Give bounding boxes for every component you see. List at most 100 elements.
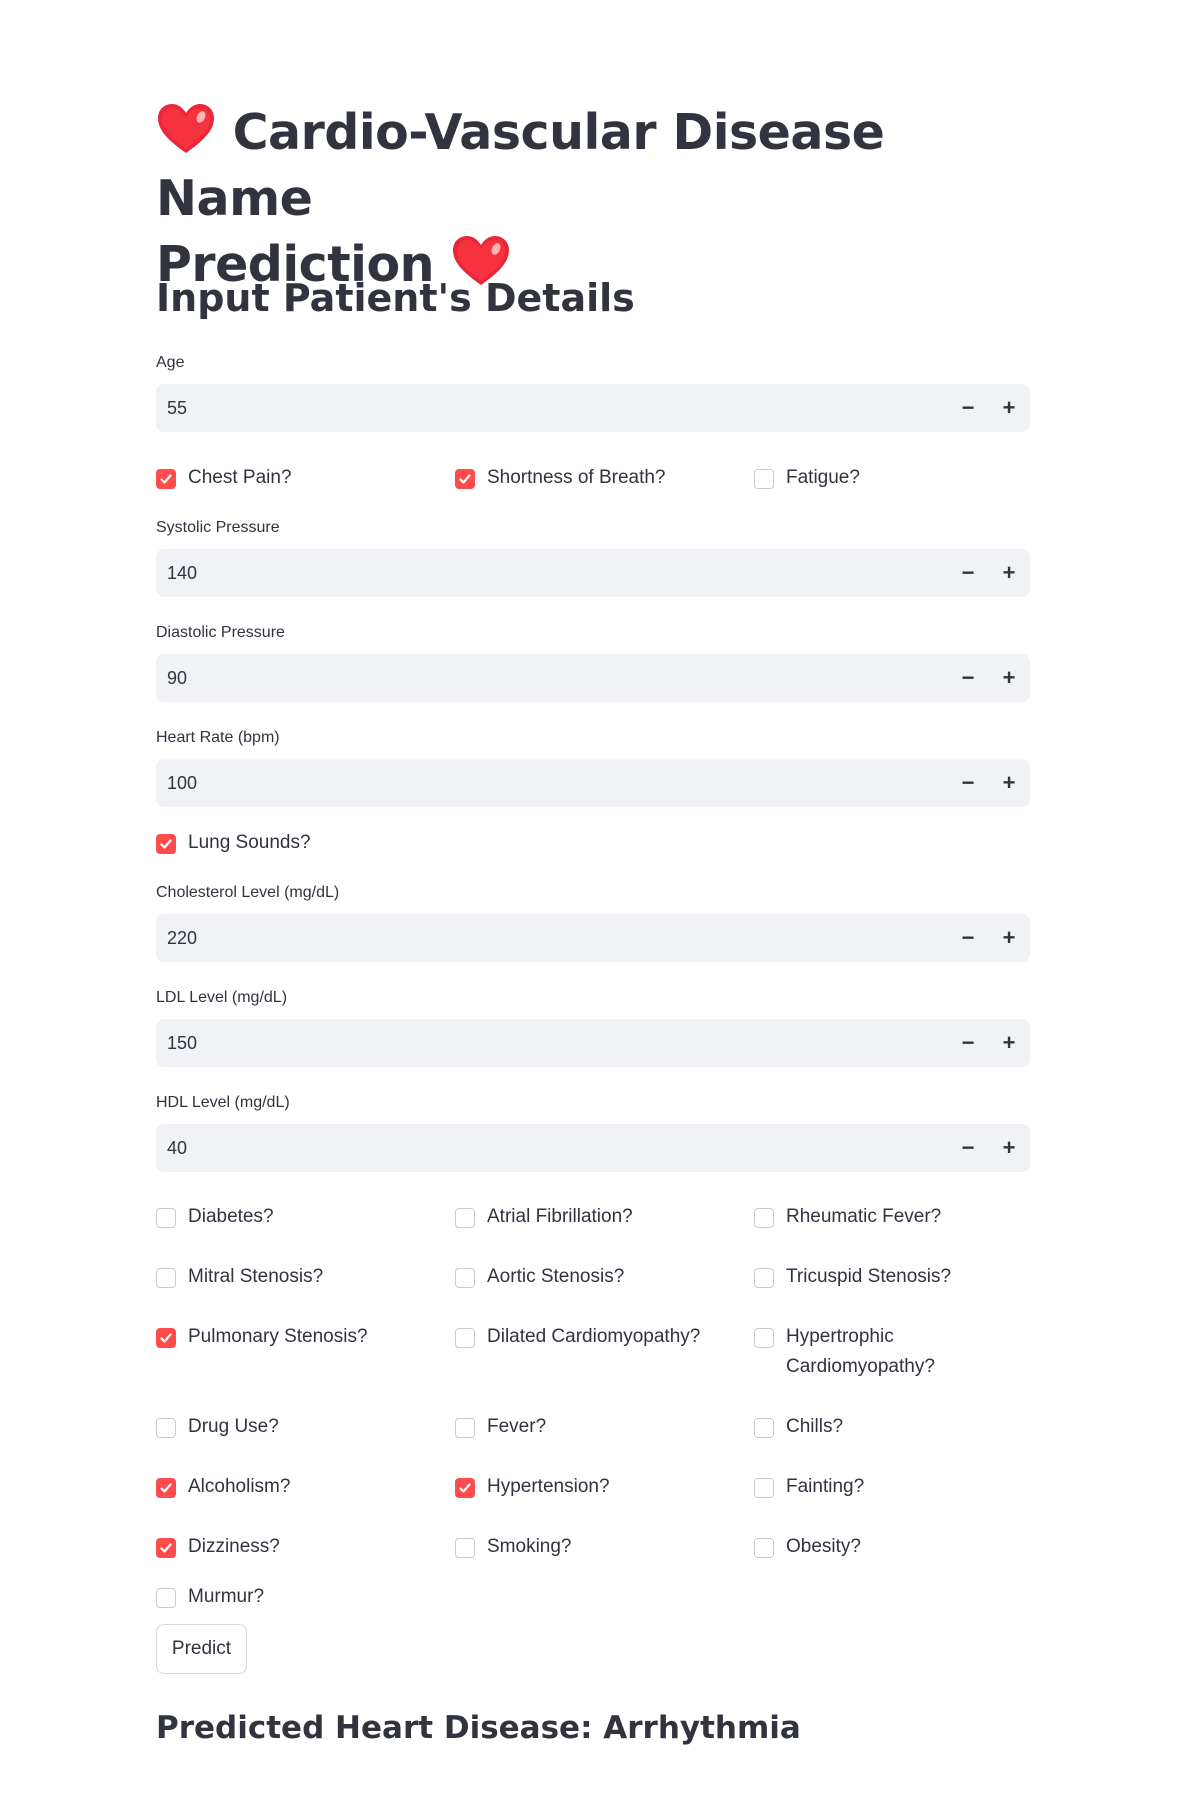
fever-checkbox[interactable]: Fever? (455, 1415, 725, 1442)
chills-checkbox[interactable]: Chills? (754, 1415, 1030, 1442)
checkbox-box[interactable] (754, 1418, 774, 1438)
checkbox-label: Fever? (487, 1416, 547, 1437)
cholesterol-increment-button[interactable]: + (988, 914, 1030, 962)
hdl-input[interactable]: 40 − + (156, 1124, 1030, 1172)
heart-rate-label: Heart Rate (bpm) (156, 729, 280, 746)
checkmark-icon (160, 1483, 172, 1493)
diastolic-value[interactable]: 90 (156, 668, 948, 689)
smoking-checkbox[interactable]: Smoking? (455, 1535, 725, 1562)
checkbox-box[interactable] (156, 1418, 176, 1438)
dilated-cardiomyopathy-checkbox[interactable]: Dilated Cardiomyopathy? (455, 1325, 725, 1352)
cholesterol-value[interactable]: 220 (156, 928, 948, 949)
hdl-increment-button[interactable]: + (988, 1124, 1030, 1172)
checkbox-box[interactable] (455, 1418, 475, 1438)
checkbox-box[interactable] (455, 1328, 475, 1348)
checkbox-box[interactable] (156, 469, 176, 489)
mitral-stenosis-checkbox[interactable]: Mitral Stenosis? (156, 1265, 426, 1292)
checkbox-label: Lung Sounds? (188, 832, 311, 853)
checkbox-label: Drug Use? (188, 1416, 279, 1437)
chest-pain-checkbox[interactable]: Chest Pain? (156, 466, 426, 493)
age-increment-button[interactable]: + (988, 384, 1030, 432)
heart-rate-input[interactable]: 100 − + (156, 759, 1030, 807)
fainting-checkbox[interactable]: Fainting? (754, 1475, 1030, 1502)
checkbox-box[interactable] (754, 1328, 774, 1348)
checkbox-box[interactable] (156, 834, 176, 854)
lung-sounds-checkbox[interactable]: Lung Sounds? (156, 831, 426, 858)
ldl-value[interactable]: 150 (156, 1033, 948, 1054)
heart-rate-decrement-button[interactable]: − (948, 759, 988, 807)
rheumatic-fever-checkbox[interactable]: Rheumatic Fever? (754, 1205, 1030, 1232)
checkbox-box[interactable] (754, 469, 774, 489)
diastolic-label: Diastolic Pressure (156, 624, 285, 641)
checkbox-box[interactable] (455, 1208, 475, 1228)
checkbox-label: Atrial Fibrillation? (487, 1206, 633, 1227)
diastolic-decrement-button[interactable]: − (948, 654, 988, 702)
hdl-value[interactable]: 40 (156, 1138, 948, 1159)
shortness-of-breath-checkbox[interactable]: Shortness of Breath? (455, 466, 725, 493)
systolic-input[interactable]: 140 − + (156, 549, 1030, 597)
hypertension-checkbox[interactable]: Hypertension? (455, 1475, 725, 1502)
age-value[interactable]: 55 (156, 398, 948, 419)
section-heading: Input Patient's Details (156, 276, 635, 320)
systolic-value[interactable]: 140 (156, 563, 948, 584)
title-line1: Cardio-Vascular Disease Name (156, 104, 885, 227)
age-decrement-button[interactable]: − (948, 384, 988, 432)
cholesterol-decrement-button[interactable]: − (948, 914, 988, 962)
checkmark-icon (160, 839, 172, 849)
cholesterol-label: Cholesterol Level (mg/dL) (156, 884, 340, 901)
dizziness-checkbox[interactable]: Dizziness? (156, 1535, 426, 1562)
fatigue-checkbox[interactable]: Fatigue? (754, 466, 1030, 493)
ldl-label: LDL Level (mg/dL) (156, 989, 288, 1006)
checkbox-label: Dizziness? (188, 1536, 280, 1557)
checkbox-box[interactable] (455, 1538, 475, 1558)
checkbox-box[interactable] (455, 469, 475, 489)
ldl-decrement-button[interactable]: − (948, 1019, 988, 1067)
drug-use-checkbox[interactable]: Drug Use? (156, 1415, 426, 1442)
hypertrophic-cardiomyopathy-checkbox[interactable]: Hypertrophic Cardiomyopathy? (754, 1325, 954, 1382)
checkbox-label: Smoking? (487, 1536, 572, 1557)
tricuspid-stenosis-checkbox[interactable]: Tricuspid Stenosis? (754, 1265, 1030, 1292)
checkbox-box[interactable] (754, 1538, 774, 1558)
atrial-fibrillation-checkbox[interactable]: Atrial Fibrillation? (455, 1205, 725, 1232)
alcoholism-checkbox[interactable]: Alcoholism? (156, 1475, 426, 1502)
checkbox-box[interactable] (156, 1208, 176, 1228)
predict-button[interactable]: Predict (156, 1624, 247, 1674)
checkmark-icon (459, 1483, 471, 1493)
cholesterol-input[interactable]: 220 − + (156, 914, 1030, 962)
heart-rate-increment-button[interactable]: + (988, 759, 1030, 807)
checkbox-label: Rheumatic Fever? (786, 1206, 942, 1227)
checkbox-box[interactable] (156, 1538, 176, 1558)
checkbox-label: Hypertension? (487, 1476, 610, 1497)
checkbox-box[interactable] (156, 1588, 176, 1608)
aortic-stenosis-checkbox[interactable]: Aortic Stenosis? (455, 1265, 725, 1292)
obesity-checkbox[interactable]: Obesity? (754, 1535, 1030, 1562)
systolic-increment-button[interactable]: + (988, 549, 1030, 597)
checkbox-box[interactable] (455, 1268, 475, 1288)
ldl-increment-button[interactable]: + (988, 1019, 1030, 1067)
hdl-decrement-button[interactable]: − (948, 1124, 988, 1172)
checkbox-box[interactable] (754, 1478, 774, 1498)
page-title: Cardio-Vascular Disease Name Prediction (156, 100, 1030, 298)
checkbox-label: Obesity? (786, 1536, 861, 1557)
diastolic-increment-button[interactable]: + (988, 654, 1030, 702)
checkbox-box[interactable] (156, 1328, 176, 1348)
pulmonary-stenosis-checkbox[interactable]: Pulmonary Stenosis? (156, 1325, 426, 1352)
checkbox-box[interactable] (156, 1478, 176, 1498)
age-input[interactable]: 55 − + (156, 384, 1030, 432)
checkbox-label: Fainting? (786, 1476, 865, 1497)
murmur-checkbox[interactable]: Murmur? (156, 1585, 426, 1612)
diastolic-input[interactable]: 90 − + (156, 654, 1030, 702)
checkbox-box[interactable] (754, 1268, 774, 1288)
checkbox-label: Hypertrophic Cardiomyopathy? (786, 1326, 935, 1377)
diabetes-checkbox[interactable]: Diabetes? (156, 1205, 426, 1232)
checkmark-icon (160, 474, 172, 484)
checkbox-box[interactable] (455, 1478, 475, 1498)
systolic-decrement-button[interactable]: − (948, 549, 988, 597)
checkbox-label: Chills? (786, 1416, 844, 1437)
checkbox-label: Aortic Stenosis? (487, 1266, 625, 1287)
heart-rate-value[interactable]: 100 (156, 773, 948, 794)
checkbox-box[interactable] (754, 1208, 774, 1228)
ldl-input[interactable]: 150 − + (156, 1019, 1030, 1067)
checkbox-label: Chest Pain? (188, 467, 292, 488)
checkbox-box[interactable] (156, 1268, 176, 1288)
